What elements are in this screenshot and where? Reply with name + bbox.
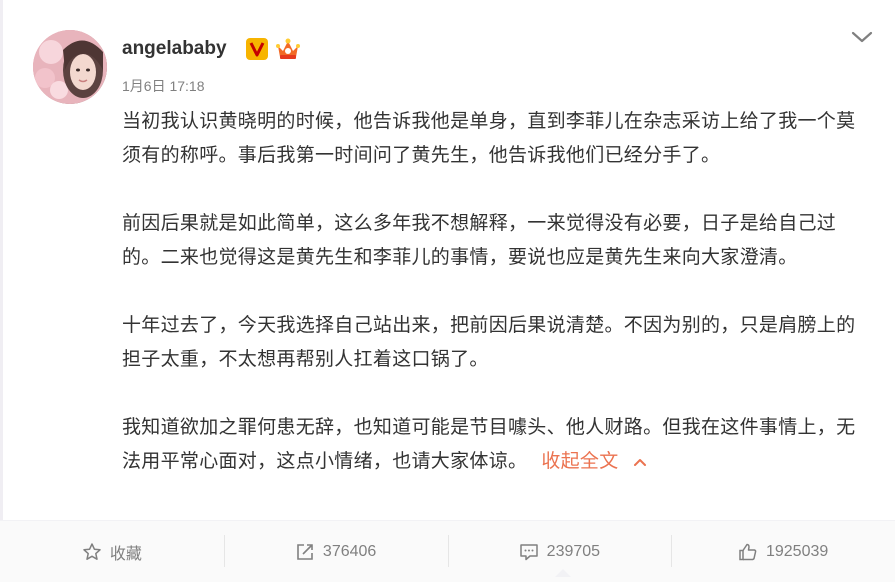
like-button[interactable]: 1925039 <box>671 521 895 582</box>
repost-button[interactable]: 376406 <box>223 521 448 582</box>
post-paragraph: 十年过去了，今天我选择自己站出来，把前因后果说清楚。不因为别的，只是肩膀上的担子… <box>122 314 856 370</box>
post-content: 当初我认识黄晓明的时候，他告诉我他是单身，直到李菲儿在杂志采访上给了我一个莫须有… <box>122 104 867 512</box>
verified-v-badge-icon[interactable] <box>246 38 268 60</box>
thumbs-up-icon <box>739 543 757 560</box>
collapse-full-text-link[interactable]: 收起全文 <box>541 450 646 472</box>
collapse-label: 收起全文 <box>541 450 619 472</box>
chevron-up-icon <box>633 458 646 466</box>
crown-vip-icon[interactable] <box>275 37 301 61</box>
post-paragraph: 前因后果就是如此简单，这么多年我不想解释，一来觉得没有必要，日子是给自己过的。二… <box>122 212 837 268</box>
post-paragraph-text: 我知道欲加之罪何患无辞，也知道可能是节目噱头、他人财路。但我在这件事情上，无法用… <box>122 416 856 472</box>
favorite-label: 收藏 <box>109 545 142 563</box>
post-paragraph: 当初我认识黄晓明的时候，他告诉我他是单身，直到李菲儿在杂志采访上给了我一个莫须有… <box>122 110 856 166</box>
repost-icon <box>297 543 313 560</box>
comment-count: 239705 <box>546 542 601 560</box>
repost-count: 376406 <box>322 542 377 560</box>
avatar[interactable] <box>33 30 107 104</box>
username[interactable]: angelababy <box>122 37 227 61</box>
action-bar: 收藏 376406 239705 1925039 <box>0 520 895 582</box>
like-count: 1925039 <box>765 542 829 560</box>
post-timestamp[interactable]: 1月6日 17:18 <box>122 76 205 96</box>
favorite-button[interactable]: 收藏 <box>0 521 224 582</box>
weibo-post-card: angelababy 1月6日 17:18 当初我认识黄晓明的时候，他告诉我他是… <box>0 0 895 582</box>
chevron-down-icon[interactable] <box>851 30 873 44</box>
avatar-image <box>33 30 107 104</box>
comment-icon <box>519 543 538 560</box>
star-icon <box>83 542 101 560</box>
post-paragraph-last: 我知道欲加之罪何患无辞，也知道可能是节目噱头、他人财路。但我在这件事情上，无法用… <box>122 410 867 478</box>
comment-pointer-arrow <box>555 569 571 577</box>
